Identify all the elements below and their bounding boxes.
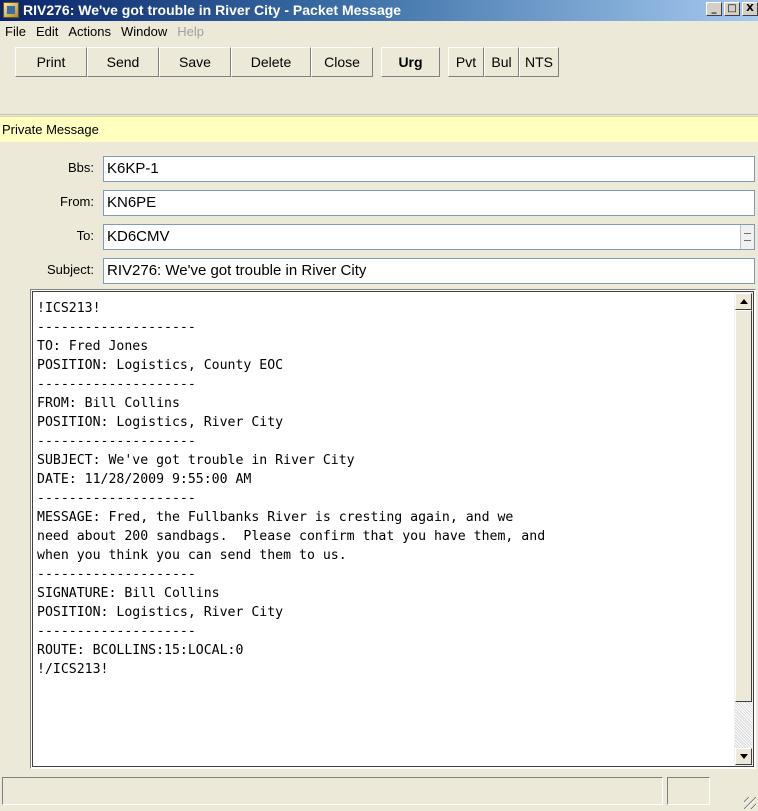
subject-label: Subject: bbox=[47, 262, 94, 277]
maximize-button[interactable]: □ bbox=[724, 2, 740, 16]
menu-window[interactable]: Window bbox=[116, 24, 172, 39]
toolbar: Print Send Save Delete Close Urg Pvt Bul… bbox=[15, 47, 559, 77]
bbs-row: Bbs: K6KP-1 bbox=[0, 156, 758, 182]
save-button[interactable]: Save bbox=[159, 47, 231, 77]
window-title: RIV276: We've got trouble in River City … bbox=[23, 2, 402, 18]
menu-actions[interactable]: Actions bbox=[63, 24, 116, 39]
close-window-button[interactable]: X bbox=[742, 2, 758, 16]
scroll-track[interactable] bbox=[735, 702, 752, 752]
subject-field[interactable]: RIV276: We've got trouble in River City bbox=[103, 258, 755, 284]
message-type-banner: Private Message bbox=[0, 116, 758, 142]
to-field-value: KD6CMV bbox=[107, 228, 170, 245]
window-controls: _ □ X bbox=[706, 2, 758, 16]
menu-edit[interactable]: Edit bbox=[31, 24, 63, 39]
subject-row: Subject: RIV276: We've got trouble in Ri… bbox=[0, 258, 758, 284]
from-row: From: KN6PE bbox=[0, 190, 758, 216]
status-bar bbox=[0, 773, 758, 811]
toolbar-divider bbox=[0, 114, 758, 115]
from-label: From: bbox=[60, 194, 94, 209]
minimize-button[interactable]: _ bbox=[706, 2, 722, 16]
to-spinner[interactable] bbox=[740, 225, 754, 249]
message-scrollbar[interactable] bbox=[734, 292, 753, 766]
nts-button[interactable]: NTS bbox=[519, 47, 559, 77]
scroll-down-arrow-icon[interactable] bbox=[735, 748, 752, 765]
private-button[interactable]: Pvt bbox=[448, 47, 484, 77]
message-body-area[interactable]: !ICS213! -------------------- TO: Fred J… bbox=[30, 289, 756, 769]
to-row: To: KD6CMV bbox=[0, 224, 758, 250]
resize-grip-icon[interactable] bbox=[744, 797, 756, 809]
title-bar[interactable]: RIV276: We've got trouble in River City … bbox=[0, 0, 758, 21]
menu-help[interactable]: Help bbox=[172, 24, 209, 39]
message-body-frame: !ICS213! -------------------- TO: Fred J… bbox=[32, 291, 754, 767]
app-icon[interactable] bbox=[3, 2, 19, 18]
print-button[interactable]: Print bbox=[15, 47, 87, 77]
bbs-field[interactable]: K6KP-1 bbox=[103, 156, 755, 182]
to-field[interactable]: KD6CMV bbox=[103, 224, 755, 250]
status-panel-main bbox=[2, 777, 663, 805]
status-panel-secondary bbox=[667, 777, 710, 805]
bbs-label: Bbs: bbox=[67, 160, 94, 175]
message-body-text[interactable]: !ICS213! -------------------- TO: Fred J… bbox=[37, 299, 731, 679]
packet-message-window: RIV276: We've got trouble in River City … bbox=[0, 0, 758, 811]
scroll-up-arrow-icon[interactable] bbox=[735, 293, 752, 310]
to-label: To: bbox=[76, 228, 94, 243]
bulletin-button[interactable]: Bul bbox=[484, 47, 519, 77]
scroll-thumb[interactable] bbox=[735, 310, 752, 702]
menu-file[interactable]: File bbox=[0, 24, 31, 39]
send-button[interactable]: Send bbox=[87, 47, 159, 77]
close-button[interactable]: Close bbox=[311, 47, 373, 77]
urgent-button[interactable]: Urg bbox=[381, 47, 440, 77]
delete-button[interactable]: Delete bbox=[231, 47, 311, 77]
menu-bar: File Edit Actions Window Help bbox=[0, 21, 758, 42]
from-field[interactable]: KN6PE bbox=[103, 190, 755, 216]
